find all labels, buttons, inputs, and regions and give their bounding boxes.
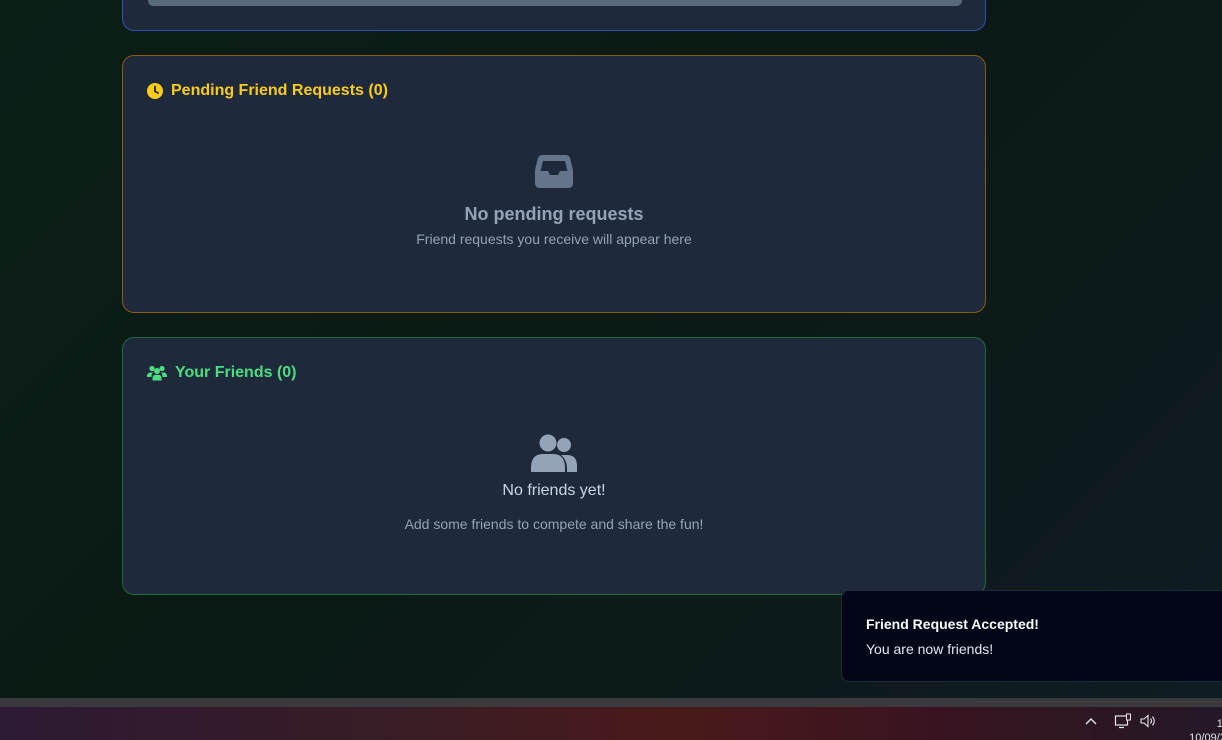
- tray-overflow-button[interactable]: [1084, 707, 1098, 740]
- taskbar: 13: 10/09/20: [0, 707, 1222, 740]
- pending-empty-state: No pending requests Friend requests you …: [123, 154, 985, 247]
- taskbar-divider: [0, 698, 1222, 707]
- friends-header: Your Friends (0): [147, 364, 297, 382]
- friends-title: Your Friends (0): [175, 364, 297, 381]
- toast-notification[interactable]: Friend Request Accepted! You are now fri…: [841, 590, 1222, 682]
- clock-icon: [147, 83, 163, 99]
- volume-button[interactable]: [1140, 707, 1158, 740]
- clock-date: 10/09/20: [1189, 732, 1222, 740]
- previous-card: [122, 0, 986, 31]
- pending-empty-title: No pending requests: [464, 204, 644, 224]
- speaker-icon: [1140, 713, 1158, 734]
- pending-requests-header: Pending Friend Requests (0): [147, 82, 388, 100]
- friends-card: Your Friends (0) No friends yet! Add som…: [122, 337, 986, 595]
- users-icon: [123, 434, 985, 472]
- pending-requests-title: Pending Friend Requests (0): [171, 82, 388, 99]
- progress-bar: [148, 0, 962, 6]
- inbox-icon: [123, 154, 985, 188]
- clock-time: 13:: [1216, 718, 1222, 730]
- taskbar-clock[interactable]: 13: 10/09/20: [1172, 717, 1222, 740]
- friends-empty-state: No friends yet! Add some friends to comp…: [123, 434, 985, 532]
- pending-requests-card: Pending Friend Requests (0) No pending r…: [122, 55, 986, 313]
- users-icon: [147, 365, 167, 381]
- friends-page: Pending Friend Requests (0) No pending r…: [0, 0, 1222, 698]
- toast-description: You are now friends!: [866, 641, 994, 657]
- chevron-up-icon: [1084, 714, 1098, 733]
- toast-title: Friend Request Accepted!: [866, 616, 1039, 632]
- network-icon: [1114, 713, 1132, 734]
- friends-empty-title: No friends yet!: [502, 482, 606, 499]
- network-button[interactable]: [1114, 707, 1132, 740]
- pending-empty-subtitle: Friend requests you receive will appear …: [416, 231, 692, 247]
- friends-empty-subtitle: Add some friends to compete and share th…: [404, 516, 704, 532]
